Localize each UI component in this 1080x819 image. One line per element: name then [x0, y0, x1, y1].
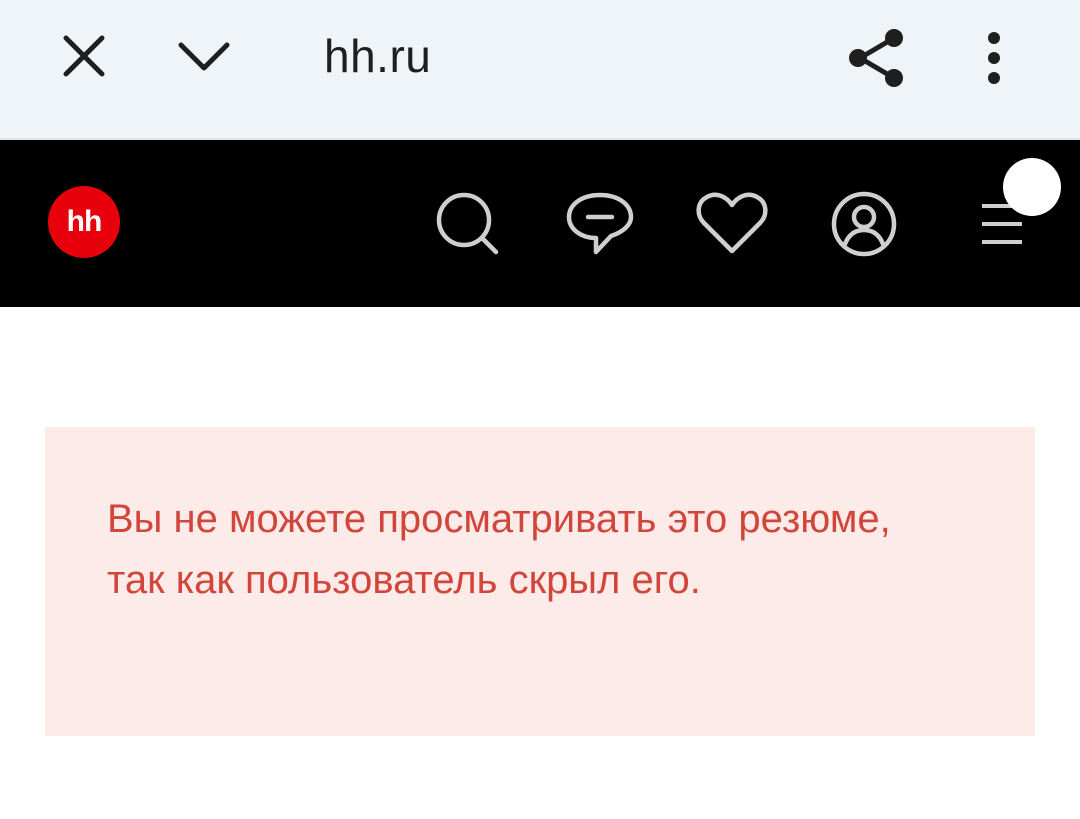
hh-logo[interactable]: hh [48, 186, 120, 258]
more-vertical-icon [988, 32, 1000, 84]
profile-icon [831, 191, 897, 257]
url-text[interactable]: hh.ru [324, 30, 431, 82]
alert-box: Вы не можете просматривать это резюме, т… [45, 427, 1035, 736]
browser-toolbar: hh.ru [0, 0, 1080, 140]
alert-message: Вы не можете просматривать это резюме, т… [107, 497, 891, 602]
profile-button[interactable] [824, 184, 904, 264]
site-header: hh [0, 140, 1080, 307]
share-button[interactable] [840, 22, 912, 94]
more-button[interactable] [964, 22, 1024, 94]
close-button[interactable] [52, 28, 116, 84]
share-icon [849, 29, 903, 87]
search-button[interactable] [428, 184, 508, 264]
chat-button[interactable] [560, 184, 640, 264]
close-icon [63, 35, 105, 77]
favorites-button[interactable] [692, 184, 772, 264]
search-icon [436, 192, 499, 255]
chat-icon [566, 192, 634, 255]
notification-dot [1003, 158, 1061, 216]
heart-icon [696, 192, 768, 254]
chevron-down-icon [178, 42, 230, 71]
collapse-button[interactable] [172, 28, 236, 84]
